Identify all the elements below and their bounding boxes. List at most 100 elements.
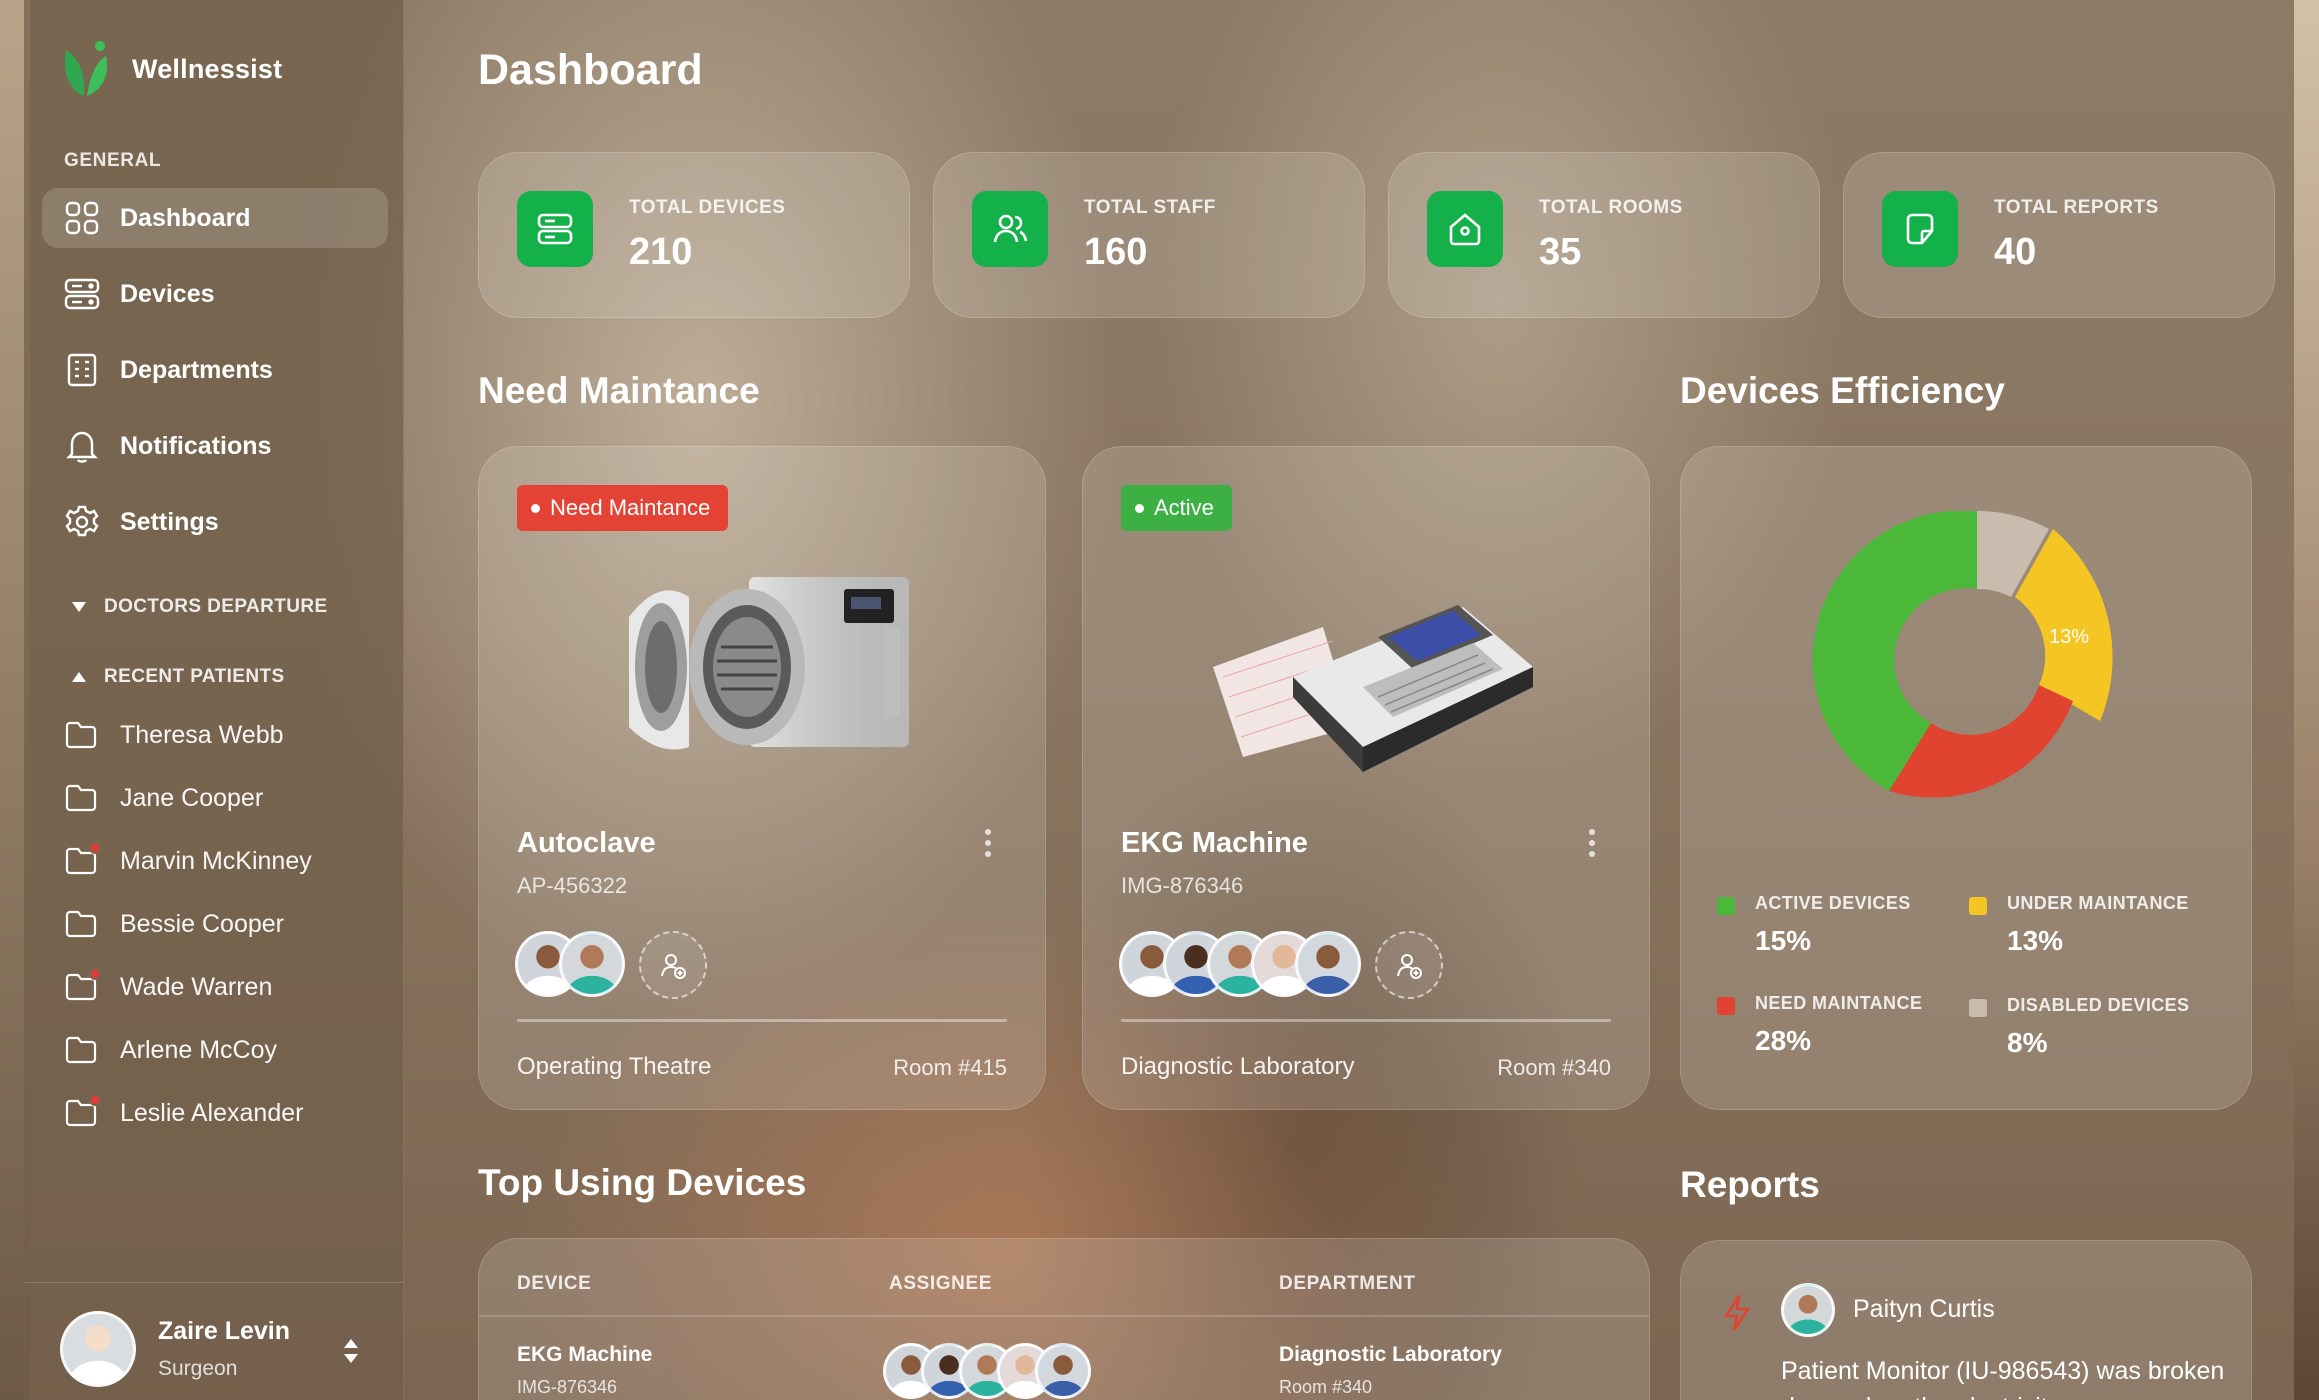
table-cell-device[interactable]: EKG Machine <box>517 1343 652 1367</box>
add-user-icon <box>1397 954 1422 979</box>
recent-patients-toggle[interactable]: RECENT PATIENTS <box>72 666 285 688</box>
folder-icon <box>64 783 98 813</box>
stat-card-staff[interactable]: TOTAL STAFF 160 <box>933 152 1365 318</box>
nav-departments-label: Departments <box>120 355 273 384</box>
nav-settings-label: Settings <box>120 507 219 536</box>
nav-departments[interactable]: Departments <box>42 340 388 400</box>
report-icon <box>1882 191 1958 267</box>
nav-notifications[interactable]: Notifications <box>42 416 388 476</box>
legend-label: DISABLED DEVICES <box>2007 995 2190 1015</box>
device-id: AP-456322 <box>517 873 628 898</box>
divider <box>1121 1019 1611 1022</box>
folder-icon <box>64 1035 98 1065</box>
top-devices-title: Top Using Devices <box>478 1162 807 1203</box>
doctors-departure-label: DOCTORS DEPARTURE <box>104 596 328 617</box>
more-options-icon[interactable] <box>983 829 993 859</box>
legend-value: 28% <box>1755 1025 1812 1056</box>
caret-down-icon <box>72 602 86 612</box>
folder-icon <box>64 720 98 750</box>
device-name: EKG Machine <box>1121 827 1308 859</box>
divider <box>479 1315 1649 1317</box>
assignee-avatars <box>515 931 707 999</box>
device-card[interactable]: Need Maintance Autoclave AP-456322 Opera… <box>478 446 1046 1110</box>
patient-item[interactable]: Leslie Alexander <box>64 1094 303 1128</box>
avatar[interactable] <box>1035 1343 1091 1399</box>
chevron-updown-icon[interactable] <box>342 1337 360 1365</box>
stat-card-devices[interactable]: TOTAL DEVICES 210 <box>478 152 910 318</box>
patient-item[interactable]: Theresa Webb <box>64 720 284 750</box>
device-name: Autoclave <box>517 827 656 859</box>
status-badge: Active <box>1121 485 1232 531</box>
divider <box>517 1019 1007 1022</box>
building-icon <box>67 353 97 387</box>
nav-devices[interactable]: Devices <box>42 264 388 324</box>
column-header-device[interactable]: DEVICE <box>517 1273 591 1295</box>
device-room: Room #415 <box>893 1055 1007 1080</box>
nav-dashboard[interactable]: Dashboard <box>42 188 388 248</box>
user-name: Zaire Levin <box>158 1317 290 1345</box>
table-cell-room: Room #340 <box>1279 1377 1373 1397</box>
legend-label: NEED MAINTANCE <box>1755 993 1923 1013</box>
page-title: Dashboard <box>478 46 703 94</box>
stat-value: 35 <box>1539 231 1582 273</box>
status-badge: Need Maintance <box>517 485 729 531</box>
app-window: Wellnessist GENERAL Dashboard Devices De… <box>24 0 2294 1400</box>
autoclave-image <box>629 577 909 750</box>
patient-item[interactable]: Jane Cooper <box>64 783 263 813</box>
add-assignee-button[interactable] <box>1375 931 1443 999</box>
legend-swatch <box>1969 999 1987 1017</box>
reports-title: Reports <box>1680 1164 1820 1205</box>
efficiency-donut-chart: 13% <box>1812 511 2113 798</box>
report-author: Paityn Curtis <box>1853 1295 1995 1323</box>
logo[interactable]: Wellnessist <box>60 40 282 98</box>
patient-name: Wade Warren <box>120 972 273 1001</box>
report-text: Patient Monitor (IU-986543) was broken d… <box>1781 1357 2225 1400</box>
table-cell-assignees <box>883 1343 1091 1399</box>
legend-swatch <box>1717 997 1735 1015</box>
avatar[interactable] <box>1781 1283 1835 1337</box>
patient-item[interactable]: Bessie Cooper <box>64 909 284 939</box>
device-room: Room #340 <box>1497 1055 1611 1080</box>
add-assignee-button[interactable] <box>639 931 707 999</box>
add-user-icon <box>661 954 686 979</box>
general-section-label: GENERAL <box>64 150 162 171</box>
patient-item[interactable]: Wade Warren <box>64 968 273 1002</box>
nav-dashboard-label: Dashboard <box>120 203 251 232</box>
stat-card-rooms[interactable]: TOTAL ROOMS 35 <box>1388 152 1820 318</box>
user-profile[interactable]: Zaire Levin Surgeon <box>24 1282 404 1400</box>
sidebar: Wellnessist GENERAL Dashboard Devices De… <box>24 0 404 1400</box>
avatar[interactable] <box>559 931 625 997</box>
legend-value: 13% <box>2007 925 2064 956</box>
doctors-departure-toggle[interactable]: DOCTORS DEPARTURE <box>72 596 328 618</box>
patient-name: Jane Cooper <box>120 783 264 812</box>
stat-value: 160 <box>1084 231 1148 273</box>
user-role: Surgeon <box>158 1357 238 1380</box>
nav-notifications-label: Notifications <box>120 431 272 460</box>
more-options-icon[interactable] <box>1587 829 1597 859</box>
lightning-icon <box>1724 1294 1750 1332</box>
stat-value: 40 <box>1994 231 2037 273</box>
server-icon <box>517 191 593 267</box>
table-cell-device-id: IMG-876346 <box>517 1377 618 1397</box>
avatar[interactable] <box>1295 931 1361 997</box>
device-card[interactable]: Active EKG Machine IMG-876346 Diagnostic… <box>1082 446 1650 1110</box>
patient-name: Bessie Cooper <box>120 909 284 938</box>
patient-item[interactable]: Marvin McKinney <box>64 842 312 876</box>
status-badge-label: Need Maintance <box>550 495 711 520</box>
maintenance-title: Need Maintance <box>478 370 760 411</box>
efficiency-title: Devices Efficiency <box>1680 370 2005 411</box>
column-header-department[interactable]: DEPARTMENT <box>1279 1273 1416 1295</box>
nav-devices-label: Devices <box>120 279 215 308</box>
legend-value: 15% <box>1755 925 1812 956</box>
app-name: Wellnessist <box>132 53 283 84</box>
ekg-machine-image <box>1213 605 1533 772</box>
leaf-logo-icon <box>64 41 108 96</box>
grid-icon <box>65 201 99 235</box>
stat-card-reports[interactable]: TOTAL REPORTS 40 <box>1843 152 2275 318</box>
efficiency-card: 13% ACTIVE DEVICES 15% UNDER MAINTANCE 1… <box>1680 446 2252 1110</box>
nav-settings[interactable]: Settings <box>42 492 388 552</box>
reports-card: Paityn Curtis Patient Monitor (IU-986543… <box>1680 1240 2252 1400</box>
patient-item[interactable]: Arlene McCoy <box>64 1035 277 1065</box>
legend-swatch <box>1969 897 1987 915</box>
column-header-assignee[interactable]: ASSIGNEE <box>889 1273 992 1295</box>
